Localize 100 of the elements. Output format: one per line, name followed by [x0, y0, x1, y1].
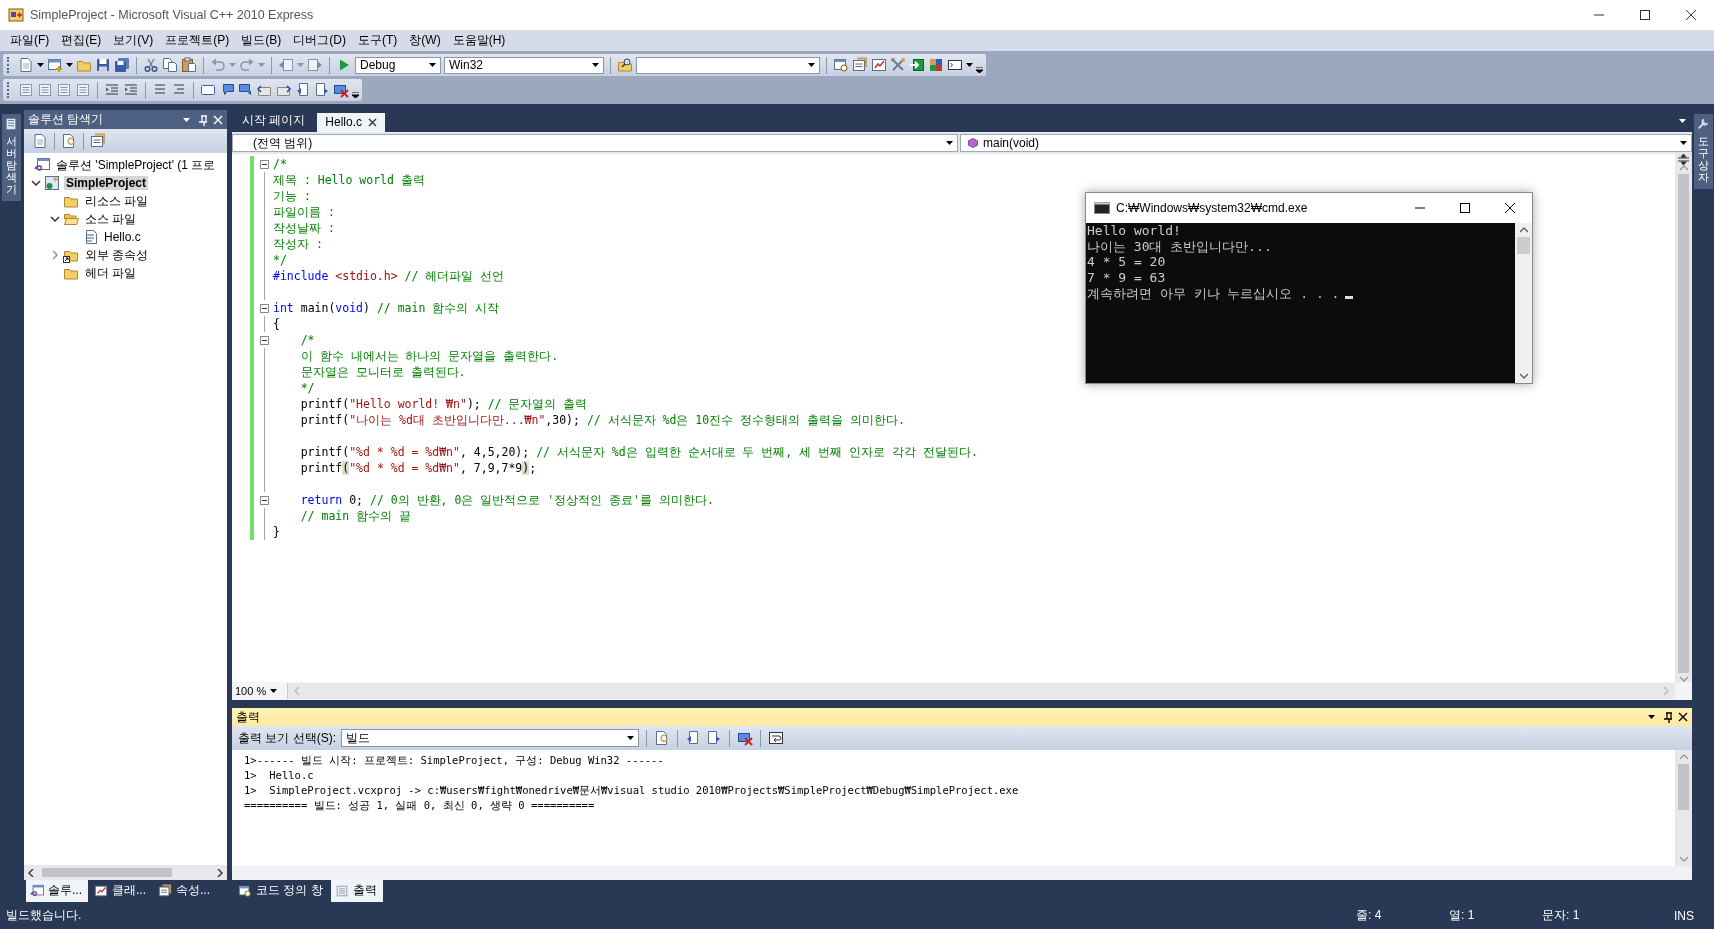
caret-icon[interactable] — [966, 63, 973, 67]
collapse-icon[interactable] — [260, 495, 269, 505]
indent-icon[interactable] — [123, 82, 139, 98]
floppy-icon[interactable] — [95, 57, 111, 73]
close-icon[interactable] — [368, 117, 378, 127]
caret-icon[interactable] — [1680, 141, 1687, 145]
scroll-up-icon[interactable] — [1519, 227, 1528, 233]
word-wrap-icon[interactable] — [768, 730, 784, 746]
refresh-doc-icon[interactable] — [61, 133, 77, 149]
collapse-icon[interactable] — [260, 335, 269, 345]
scope-dropdown[interactable]: (전역 범위) — [232, 134, 958, 152]
properties-icon — [158, 883, 173, 898]
maximize-icon[interactable] — [1640, 10, 1650, 20]
platform-dropdown[interactable]: Win32 — [444, 56, 604, 74]
document-icon[interactable] — [32, 133, 48, 149]
floppy-stack-icon[interactable] — [114, 57, 130, 73]
window-search-icon[interactable] — [833, 57, 849, 73]
server-explorer-tab[interactable]: 서버 탐색기 — [1, 114, 21, 202]
menu-item[interactable]: 편집(E) — [55, 30, 108, 51]
folder-search-icon[interactable] — [617, 57, 633, 73]
tree-item[interactable]: 소스 파일 — [83, 210, 139, 228]
panel-tab[interactable]: 속성... — [154, 880, 217, 902]
caret-icon[interactable] — [1648, 715, 1655, 719]
tree-item[interactable]: 헤더 파일 — [83, 264, 139, 282]
scissors-icon[interactable] — [143, 57, 159, 73]
caret-icon[interactable] — [1679, 119, 1686, 123]
menu-item[interactable]: 디버그(D) — [287, 30, 352, 51]
list-icon[interactable] — [18, 82, 34, 98]
tree-item[interactable]: 외부 종속성 — [83, 246, 151, 264]
scroll-left-icon[interactable] — [28, 868, 34, 877]
properties-icon[interactable] — [90, 133, 106, 149]
panel-tab[interactable]: 코드 정의 창 — [234, 880, 329, 902]
list-icon[interactable] — [56, 82, 72, 98]
back-icon[interactable] — [278, 57, 294, 73]
document-prev-icon[interactable] — [295, 82, 311, 98]
bookmark-icon[interactable] — [200, 82, 216, 98]
close-icon[interactable] — [1686, 10, 1696, 20]
forward-icon[interactable] — [307, 57, 323, 73]
tree-item[interactable]: 리소스 파일 — [83, 192, 151, 210]
folder-next-icon[interactable] — [276, 82, 292, 98]
copy-icon[interactable] — [162, 57, 178, 73]
bookmark-next-icon[interactable] — [238, 82, 254, 98]
refresh-doc-icon[interactable] — [654, 730, 670, 746]
menu-item[interactable]: 도구(T) — [352, 30, 404, 51]
console-window-icon[interactable] — [947, 57, 963, 73]
configuration-dropdown[interactable]: Debug — [355, 56, 441, 74]
overflow-icon[interactable] — [352, 92, 359, 98]
caret-icon[interactable] — [183, 117, 190, 122]
document-icon[interactable] — [18, 57, 34, 73]
menu-item[interactable]: 빌드(B) — [235, 30, 288, 51]
close-icon[interactable] — [1678, 712, 1688, 722]
maximize-icon[interactable] — [1459, 203, 1470, 213]
menu-item[interactable]: 파일(F) — [4, 30, 56, 51]
tools-icon[interactable] — [890, 57, 906, 73]
menu-item[interactable]: 도움말(H) — [446, 30, 512, 51]
panel-tab[interactable]: 출력 — [330, 880, 383, 902]
caret-icon[interactable] — [808, 63, 815, 67]
overflow-icon[interactable] — [976, 67, 983, 73]
menu-item[interactable]: 보기(V) — [107, 30, 160, 51]
menu-item[interactable]: 창(W) — [403, 30, 447, 51]
document-prev-icon[interactable] — [685, 730, 701, 746]
scroll-right-icon[interactable] — [217, 868, 223, 877]
panel-tab[interactable]: 솔루... — [26, 880, 88, 902]
caret-icon[interactable] — [37, 63, 44, 67]
menu-item[interactable]: 프로젝트(P) — [159, 30, 236, 51]
document-tab[interactable]: 시작 페이지 — [234, 110, 314, 132]
list-icon[interactable] — [75, 82, 91, 98]
outdent-icon[interactable] — [104, 82, 120, 98]
document-tab[interactable]: Hello.c — [317, 113, 386, 132]
caret-icon[interactable] — [66, 63, 73, 67]
tree-item[interactable]: 솔루션 'SimpleProject' (1 프로 — [54, 156, 218, 174]
collapse-icon[interactable] — [260, 303, 269, 313]
caret-icon[interactable] — [946, 141, 953, 145]
caret-icon[interactable] — [270, 689, 278, 693]
tree-item[interactable]: SimpleProject — [64, 176, 149, 190]
folder-prev-icon[interactable] — [257, 82, 273, 98]
clear-bookmarks-icon[interactable] — [333, 82, 349, 98]
pin-icon[interactable] — [1661, 711, 1672, 723]
output-source-dropdown[interactable]: 빌드 — [341, 729, 639, 747]
collapse-icon[interactable] — [260, 159, 269, 169]
scroll-down-icon[interactable] — [1519, 373, 1528, 379]
clipboard-icon[interactable] — [181, 57, 197, 73]
panel-tab[interactable]: 클래... — [90, 880, 153, 902]
member-dropdown[interactable]: main(void) — [960, 134, 1692, 152]
list-icon[interactable] — [37, 82, 53, 98]
puzzle-icon[interactable] — [928, 57, 944, 73]
close-icon[interactable] — [1504, 203, 1515, 213]
tree-item[interactable]: Hello.c — [102, 230, 143, 244]
document-next-icon[interactable] — [314, 82, 330, 98]
document-next-icon[interactable] — [706, 730, 722, 746]
properties-icon[interactable] — [852, 57, 868, 73]
window-plus-icon[interactable] — [47, 57, 63, 73]
caret-icon[interactable] — [592, 63, 599, 67]
arrow-into-box-icon[interactable] — [909, 57, 925, 73]
split-icon[interactable] — [1678, 154, 1689, 165]
caret-icon[interactable] — [627, 736, 634, 740]
chart-window-icon[interactable] — [871, 57, 887, 73]
caret-icon[interactable] — [429, 63, 436, 67]
toolbox-tab[interactable]: 도구 상자 — [1693, 114, 1713, 190]
clear-bookmarks-icon[interactable] — [737, 730, 753, 746]
